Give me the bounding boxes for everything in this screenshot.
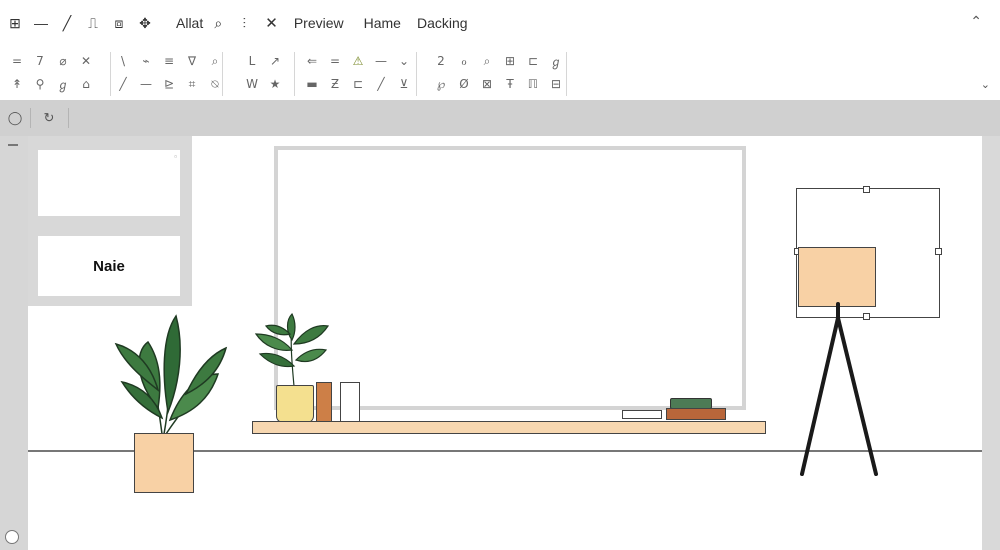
ribbon-tool-icon[interactable]: ℊ [547, 52, 565, 70]
resize-handle[interactable] [863, 186, 870, 193]
left-gutter [0, 136, 28, 550]
chevron-down-icon[interactable]: ⌄ [981, 78, 990, 91]
ribbon-tool-icon[interactable]: Ŧ [501, 75, 519, 93]
ribbon-tool-icon[interactable]: Ƶ [326, 75, 344, 93]
ribbon-tool-icon[interactable]: 7 [31, 52, 49, 70]
ribbon-tool-icon[interactable]: ✕ [77, 52, 95, 70]
ribbon-tool-icon[interactable]: ⌂ [77, 75, 95, 93]
menu-allat[interactable]: Allat [176, 12, 203, 34]
ribbon-tool-icon[interactable]: ⌕ [478, 52, 496, 70]
right-scrollbar[interactable] [982, 136, 1000, 550]
ribbon-tool-icon[interactable]: ∇ [183, 52, 201, 70]
slide-thumbnail[interactable]: Naie [38, 236, 180, 296]
frame-icon[interactable]: ⧈ [108, 12, 130, 34]
menu-hame[interactable]: Hame [364, 12, 401, 34]
layout-icon[interactable]: ⊞ [4, 12, 26, 34]
lamp-tripod [800, 302, 878, 476]
whiteboard [274, 146, 746, 410]
tab-separator [68, 108, 69, 128]
pen-icon[interactable]: ╱ [56, 12, 78, 34]
ribbon-tool-icon[interactable]: ⌀ [54, 52, 72, 70]
ribbon-tool-icon[interactable]: ╱ [114, 75, 132, 93]
ribbon-tool-icon[interactable]: ⊟ [547, 75, 565, 93]
small-plant-pot [276, 385, 314, 423]
canvas[interactable]: ▫ Naie [28, 136, 982, 550]
ribbon-tool-icon[interactable]: ⚲ [31, 75, 49, 93]
ribbon-tool-icon[interactable]: ⊞ [501, 52, 519, 70]
upright-book-orange [316, 382, 332, 422]
ribbon-tool-icon[interactable]: ▬ [303, 75, 321, 93]
thumbnail-label: Naie [93, 257, 125, 275]
ribbon-tool-icon[interactable]: W [243, 75, 261, 93]
ribbon-separator [110, 52, 111, 96]
bookmark-icon[interactable]: ⎍ [82, 12, 104, 34]
ribbon-separator [566, 52, 567, 96]
refresh-icon[interactable]: ↻ [40, 109, 58, 127]
ribbon-tool-icon[interactable]: ℿ [524, 75, 542, 93]
ribbon-tool-icon[interactable]: ⊻ [395, 75, 413, 93]
ribbon-tool-icon[interactable]: ⊵ [160, 75, 178, 93]
bars-icon[interactable]: ⫶ [233, 12, 255, 34]
ribbon-row-bottom: ↟ ⚲ ℊ ⌂ ╱ — ⊵ ⌗ ⍉ W ★ ▬ Ƶ ⊏ ╱ ⊻ ℘ Ø ⊠ Ŧ ℿ ⊟ [8, 73, 570, 95]
menu-dacking[interactable]: Dacking [417, 12, 468, 34]
slide-thumbnail-panel: ▫ Naie [28, 136, 192, 306]
large-plant-pot [134, 433, 194, 493]
collapse-ribbon-icon[interactable]: ⌃ [970, 13, 982, 30]
ribbon-tool-icon[interactable]: ↗ [266, 52, 284, 70]
resize-handle[interactable] [935, 248, 942, 255]
move-icon[interactable]: ✥ [134, 12, 156, 34]
ribbon-separator [416, 52, 417, 96]
minus-icon[interactable]: — [30, 12, 52, 34]
ribbon-tool-icon[interactable]: ⊏ [524, 52, 542, 70]
ribbon-row-top: = 7 ⌀ ✕ \ ⌁ ≡ ∇ ⌕ ᒪ ↗ ⇐ = ⚠ — ⌄ 2 ℴ ⌕ ⊞ ⊏ ℊ [8, 50, 570, 72]
ribbon-tool-icon[interactable]: ⌁ [137, 52, 155, 70]
flat-book-brown [666, 408, 726, 420]
ribbon-tool-icon[interactable]: ╱ [372, 75, 390, 93]
ribbon-tool-icon[interactable]: \ [114, 52, 132, 70]
ribbon-tool-icon[interactable]: = [326, 52, 344, 70]
ribbon-tool-icon[interactable]: ⊏ [349, 75, 367, 93]
ribbon-tool-icon[interactable]: — [372, 52, 390, 70]
close-icon[interactable]: ✕ [265, 12, 278, 34]
ribbon-toolbar: = 7 ⌀ ✕ \ ⌁ ≡ ∇ ⌕ ᒪ ↗ ⇐ = ⚠ — ⌄ 2 ℴ ⌕ ⊞ ⊏ ℊ ↟ ⚲ ℊ ⌂ ╱ — ⊵ ⌗ ⍉ W ★ ▬ Ƶ ⊏ ╱ ⊻ ℘… [0, 46, 1000, 100]
ribbon-tool-icon[interactable]: Ø [455, 75, 473, 93]
ribbon-tool-icon[interactable]: ★ [266, 75, 284, 93]
small-plant-leaves [254, 312, 330, 387]
ribbon-tool-icon[interactable]: ℊ [54, 75, 72, 93]
thumbnail-corner-mark: ▫ [174, 152, 177, 161]
circle-icon[interactable]: ◯ [6, 109, 24, 127]
zoom-circle-icon[interactable] [5, 530, 19, 544]
wall-shelf [252, 421, 766, 434]
ribbon-tool-icon[interactable]: — [137, 75, 155, 93]
ribbon-tool-icon[interactable]: ↟ [8, 75, 26, 93]
gutter-marker [8, 144, 18, 146]
lamp-shade [798, 247, 876, 307]
ribbon-tool-icon[interactable]: ⚠ [349, 52, 367, 70]
tab-separator [30, 108, 31, 128]
ribbon-tool-icon[interactable]: 2 [432, 52, 450, 70]
ribbon-tool-icon[interactable]: ≡ [160, 52, 178, 70]
ribbon-tool-icon[interactable]: ⇐ [303, 52, 321, 70]
ribbon-tool-icon[interactable]: ℘ [432, 75, 450, 93]
flat-book-white [622, 410, 662, 419]
ribbon-tool-icon[interactable]: ⌄ [395, 52, 413, 70]
upright-book-white [340, 382, 360, 422]
large-plant-leaves [114, 314, 228, 435]
ribbon-tool-icon[interactable]: ⊠ [478, 75, 496, 93]
ribbon-tool-icon[interactable]: ᒪ [243, 52, 261, 70]
ribbon-separator [222, 52, 223, 96]
ribbon-separator [294, 52, 295, 96]
brush-icon[interactable]: ⌕ [207, 12, 229, 34]
slide-thumbnail[interactable]: ▫ [38, 150, 180, 216]
ribbon-tool-icon[interactable]: = [8, 52, 26, 70]
document-tab-strip: ◯ ↻ [0, 100, 1000, 136]
ribbon-tool-icon[interactable]: ⌗ [183, 75, 201, 93]
menu-preview[interactable]: Preview [294, 12, 344, 34]
ribbon-tool-icon[interactable]: ℴ [455, 52, 473, 70]
menu-bar: ⊞ — ╱ ⎍ ⧈ ✥ Allat ⌕ ⫶ ✕ Preview Hame Dac… [0, 0, 1000, 46]
